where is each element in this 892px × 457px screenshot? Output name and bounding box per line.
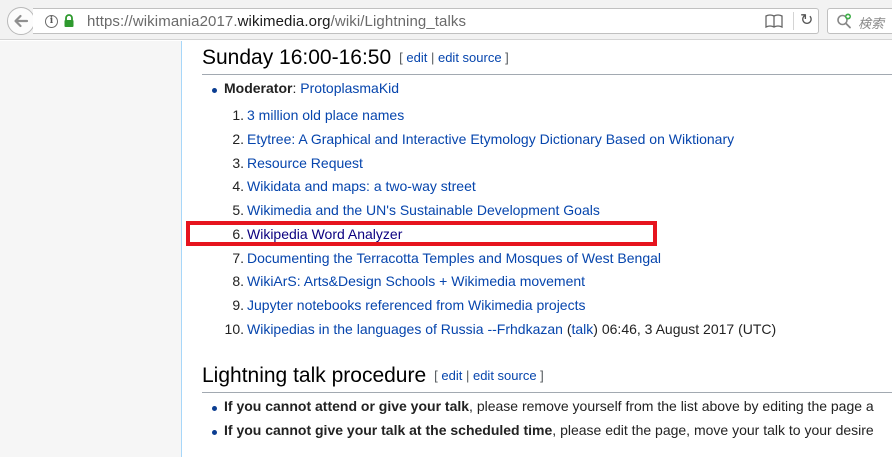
section-title: Sunday 16:00-16:50 [202, 46, 392, 69]
moderator-line: Moderator: ProtoplasmaKid [224, 80, 400, 96]
section-heading-sunday: Sunday 16:00-16:50 [ edit | edit source ] [202, 46, 509, 70]
talk-line-10: Wikipedias in the languages of Russia --… [247, 321, 777, 337]
bullet [212, 88, 217, 93]
list-number: 4. [232, 178, 244, 194]
list-number: 9. [232, 297, 244, 313]
highlight-box [186, 221, 657, 246]
info-icon[interactable]: i [45, 15, 58, 28]
list-number: 7. [232, 250, 244, 266]
reload-icon[interactable]: ↻ [800, 12, 813, 30]
talk-link[interactable]: Documenting the Terracotta Temples and M… [247, 250, 661, 266]
list-number: 3. [232, 155, 244, 171]
timestamp: 06:46, 3 August 2017 (UTC) [597, 321, 777, 337]
address-bar[interactable]: i https://wikimania2017.wikimedia.org/wi… [33, 8, 819, 34]
talk-link[interactable]: WikiArS: Arts&Design Schools + Wikimedia… [247, 273, 585, 289]
moderator-label: Moderator [224, 80, 293, 96]
url-prefix: https://wikimania2017. [87, 13, 238, 30]
talk-link[interactable]: 3 million old place names [247, 107, 404, 123]
url-path: /wiki/Lightning_talks [330, 13, 467, 30]
sidebar-panel [0, 41, 181, 457]
edit-link[interactable]: edit [406, 50, 427, 65]
procedure-item: If you cannot attend or give your talk, … [224, 398, 874, 414]
edit-source-link[interactable]: edit source [473, 368, 537, 383]
moderator-link[interactable]: ProtoplasmaKid [300, 80, 399, 96]
browser-toolbar: i https://wikimania2017.wikimedia.org/wi… [0, 0, 892, 40]
search-engine-icon[interactable] [836, 13, 852, 29]
section-title: Lightning talk procedure [202, 364, 427, 387]
user-talk-link[interactable]: talk [572, 321, 594, 337]
reader-view-icon[interactable] [765, 14, 783, 28]
talk-link[interactable]: Wikidata and maps: a two-way street [247, 178, 476, 194]
url-separator [793, 12, 794, 30]
edit-link[interactable]: edit [441, 368, 462, 383]
list-number: 5. [232, 202, 244, 218]
url-text[interactable]: https://wikimania2017.wikimedia.org/wiki… [87, 13, 466, 30]
section-heading-procedure: Lightning talk procedure [ edit | edit so… [202, 364, 544, 388]
talk-link[interactable]: Wikipedias in the languages of Russia --… [247, 321, 563, 337]
list-number: 8. [232, 273, 244, 289]
heading-underline [202, 392, 892, 393]
edit-source-link[interactable]: edit source [438, 50, 502, 65]
talk-link[interactable]: Etytree: A Graphical and Interactive Ety… [247, 131, 734, 147]
talk-link[interactable]: Wikimedia and the UN's Sustainable Devel… [247, 202, 600, 218]
bullet [212, 430, 217, 435]
talk-link[interactable]: Jupyter notebooks referenced from Wikime… [247, 297, 585, 313]
procedure-item: If you cannot give your talk at the sche… [224, 422, 874, 438]
back-button[interactable] [7, 7, 35, 35]
search-placeholder: 検索 [858, 16, 885, 31]
list-number: 1. [232, 107, 244, 123]
lock-icon[interactable] [63, 13, 75, 29]
heading-underline [202, 74, 892, 75]
content-border [181, 41, 182, 457]
edit-section-links: [ edit | edit source ] [434, 368, 544, 383]
list-number: 2. [232, 131, 244, 147]
url-host: wikimedia.org [237, 13, 331, 30]
bullet [212, 406, 217, 411]
list-number: 10. [224, 321, 244, 337]
talk-link[interactable]: Resource Request [247, 155, 363, 171]
search-bar[interactable]: 検索 [827, 8, 892, 34]
arrow-left-icon [14, 14, 29, 28]
edit-section-links: [ edit | edit source ] [399, 50, 509, 65]
